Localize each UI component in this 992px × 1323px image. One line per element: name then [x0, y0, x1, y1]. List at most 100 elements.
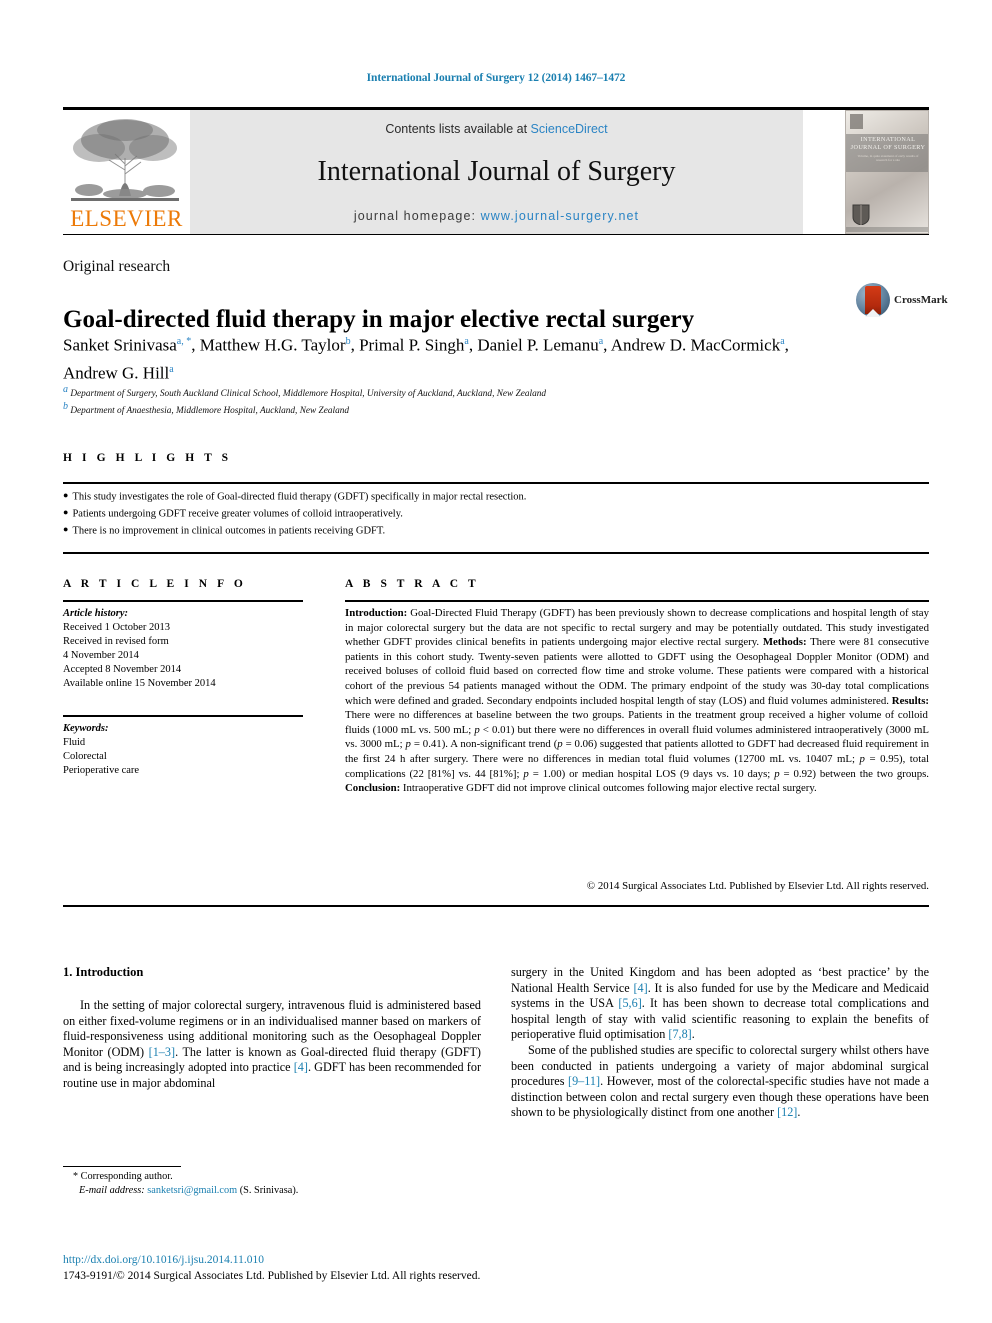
article-info-rule-mid	[63, 715, 303, 717]
body-column-left: 1. Introduction In the setting of major …	[63, 965, 481, 1092]
author-affiliation-mark: b	[345, 336, 351, 347]
abstract-section-label: Methods:	[762, 636, 807, 649]
highlight-item: ● There is no improvement in clinical out…	[63, 524, 386, 537]
highlights-top-rule	[63, 482, 929, 484]
abstract-section-label: Results:	[891, 694, 929, 707]
article-info-heading: A R T I C L E I N F O	[63, 578, 247, 590]
article-history-label: Article history:	[63, 608, 129, 619]
affiliation-mark: b	[63, 400, 68, 412]
sciencedirect-link[interactable]: ScienceDirect	[531, 122, 608, 136]
cover-title-line1: INTERNATIONAL	[860, 136, 916, 143]
abstract-section-label: Conclusion:	[345, 782, 401, 795]
article-section-type: Original research	[63, 258, 171, 275]
author-affiliation-mark: a	[598, 336, 604, 347]
highlights-bottom-rule	[63, 552, 929, 554]
abstract-copyright: © 2014 Surgical Associates Ltd. Publishe…	[586, 880, 929, 892]
affiliation-item: b Department of Anaesthesia, Middlemore …	[63, 400, 350, 416]
header-section-bottom-rule	[63, 905, 929, 907]
citation-link[interactable]: [7,8]	[668, 1027, 691, 1041]
journal-homepage-line: journal homepage: www.journal-surgery.ne…	[190, 209, 803, 223]
highlights-heading: H I G H L I G H T S	[63, 452, 232, 464]
author-affiliation-mark: a	[169, 363, 174, 375]
footnote-rule	[63, 1166, 181, 1167]
article-info-rule-top	[63, 600, 303, 602]
affiliation-item: a Department of Surgery, South Auckland …	[63, 384, 547, 400]
homepage-prefix: journal homepage:	[353, 209, 477, 223]
article-history-item: Accepted 8 November 2014	[63, 664, 182, 675]
body-paragraph: In the setting of major colorectal surge…	[63, 998, 481, 1090]
author-affiliation-mark: a	[780, 336, 785, 347]
crossmark-icon	[856, 283, 890, 317]
author-name: Daniel P. Lemanu	[477, 335, 599, 355]
affiliation-list: a Department of Surgery, South Auckland …	[63, 384, 863, 417]
corresponding-label: Corresponding author.	[80, 1171, 173, 1182]
crossmark-notch-icon	[865, 309, 881, 317]
author-list: Sanket Srinivasaa, *, Matthew H.G. Taylo…	[63, 335, 789, 383]
keywords-label: Keywords:	[63, 723, 109, 734]
doi-link[interactable]: http://dx.doi.org/10.1016/j.ijsu.2014.11…	[63, 1254, 264, 1266]
citation-link[interactable]: [1–3]	[149, 1045, 175, 1059]
author-name: Sanket Srinivasa	[63, 335, 177, 355]
affiliation-mark: a	[63, 384, 68, 395]
author-affiliation-mark: a	[464, 336, 469, 347]
bullet-icon: ●	[63, 507, 69, 517]
body-column-right: surgery in the United Kingdom and has be…	[511, 965, 929, 1121]
journal-title: International Journal of Surgery	[317, 156, 676, 187]
citation-link[interactable]: [12]	[777, 1105, 797, 1119]
contents-available-line: Contents lists available at ScienceDirec…	[190, 122, 803, 136]
citation-link[interactable]: [4]	[294, 1060, 308, 1074]
author-name: Primal P. Singh	[359, 335, 465, 355]
section-heading-introduction: 1. Introduction	[63, 965, 144, 979]
crossmark-badge[interactable]: CrossMark	[856, 283, 948, 317]
abstract-section-text: There were no differences at baseline be…	[345, 709, 929, 780]
elsevier-tree-icon	[71, 119, 179, 201]
article-history-item: Received in revised form	[63, 636, 169, 647]
journal-cover-thumbnail: INTERNATIONAL JOURNAL OF SURGERY Volume,…	[845, 110, 929, 234]
issn-copyright-line: 1743-9191/© 2014 Surgical Associates Ltd…	[63, 1270, 481, 1282]
cover-footer-strip	[846, 227, 928, 232]
intro-paragraphs-left: In the setting of major colorectal surge…	[63, 998, 481, 1092]
cover-title-line2: JOURNAL OF SURGERY	[850, 144, 926, 151]
keyword-item: Fluid	[63, 737, 86, 748]
abstract-section-text: Intraoperative GDFT did not improve clin…	[400, 782, 817, 795]
elsevier-wordmark: ELSEVIER	[70, 206, 183, 231]
highlights-list: ● This study investigates the role of Goa…	[63, 488, 929, 539]
elsevier-logo: ELSEVIER	[63, 110, 190, 234]
cover-tagline: Volume, in quite statement of early resu…	[857, 154, 919, 163]
corresponding-marker: *	[73, 1171, 78, 1182]
corresponding-author-line: * Corresponding author.	[63, 1170, 483, 1184]
abstract-heading: A B S T R A C T	[345, 578, 480, 590]
paper-page: International Journal of Surgery 12 (201…	[0, 0, 992, 1323]
author-name: Andrew D. MacCormick	[610, 335, 781, 355]
running-head: International Journal of Surgery 12 (201…	[366, 72, 626, 84]
highlight-item: ● This study investigates the role of Goa…	[63, 490, 527, 503]
intro-paragraphs-right: surgery in the United Kingdom and has be…	[511, 965, 929, 1121]
author-name: Andrew G. Hill	[63, 363, 170, 383]
citation-link[interactable]: [9–11]	[568, 1074, 600, 1088]
bullet-icon: ●	[63, 524, 69, 534]
cover-elsevier-mark-icon	[850, 114, 863, 129]
masthead-band: Contents lists available at ScienceDirec…	[190, 110, 803, 234]
article-history-item: Received 1 October 2013	[63, 622, 171, 633]
article-history-item: 4 November 2014	[63, 650, 139, 661]
corresponding-author-note: * Corresponding author. E-mail address: s…	[63, 1170, 483, 1198]
citation-link[interactable]: [4]	[633, 981, 647, 995]
crossmark-label: CrossMark	[894, 294, 948, 306]
journal-homepage-link[interactable]: www.journal-surgery.net	[481, 209, 639, 223]
abstract-top-rule	[345, 600, 929, 602]
abstract-section-label: Introduction:	[345, 607, 408, 619]
author-affiliation-mark: a, *	[176, 336, 192, 347]
keyword-item: Perioperative care	[63, 765, 140, 776]
abstract-body: Introduction: Goal-Directed Fluid Therap…	[345, 606, 929, 796]
article-history-item: Available online 15 November 2014	[63, 678, 216, 689]
keywords-block: Keywords: Fluid Colorectal Perioperative ca…	[63, 722, 313, 778]
email-link[interactable]: sanketsri@gmail.com	[147, 1185, 237, 1196]
body-paragraph: Some of the published studies are specif…	[511, 1042, 929, 1120]
cover-crest-icon	[852, 204, 870, 225]
highlight-item: ● Patients undergoing GDFT receive greate…	[63, 507, 403, 520]
email-owner: (S. Srinivasa).	[239, 1185, 299, 1196]
contents-prefix: Contents lists available at	[385, 122, 528, 136]
email-line: E-mail address: sanketsri@gmail.com (S. …	[63, 1184, 483, 1198]
journal-masthead: ELSEVIER Contents lists available at Sci…	[63, 110, 929, 234]
citation-link[interactable]: [5,6]	[618, 996, 641, 1010]
